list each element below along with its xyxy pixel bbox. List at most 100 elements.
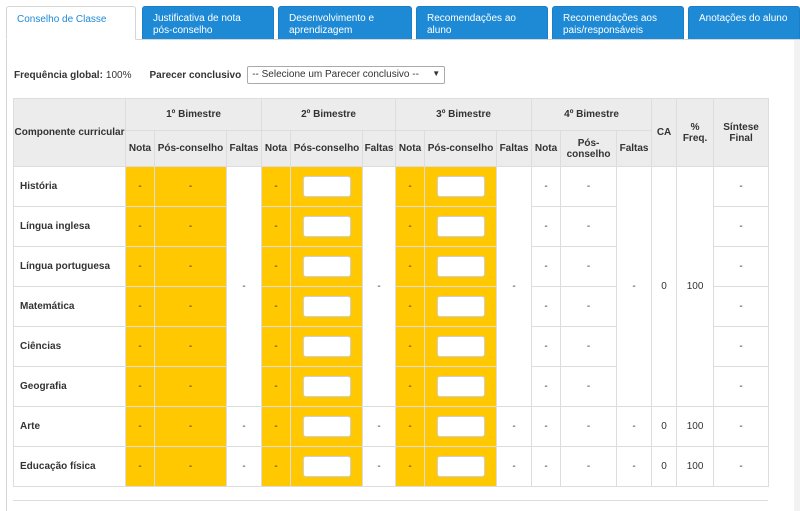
scrollbar[interactable] — [794, 40, 800, 511]
nota-cell: - — [125, 286, 155, 327]
nota-cell: - — [395, 366, 426, 407]
pos-conselho-input[interactable] — [436, 416, 485, 437]
nota-cell: - — [531, 286, 562, 327]
nota-cell: - — [395, 246, 426, 287]
row-component-name: Geografia — [13, 366, 126, 407]
pos-conselho-cell — [424, 246, 498, 287]
parecer-select-value: -- Selecione um Parecer conclusivo -- — [252, 69, 419, 80]
header-bimestre-3: 3º Bimestre — [395, 98, 533, 131]
pos-conselho-cell — [424, 206, 498, 247]
faltas-cell: - — [616, 166, 653, 407]
header-nota: Nota — [261, 130, 292, 167]
header-pos-conselho: Pós-conselho — [560, 130, 618, 167]
header-bimestre-1: 1º Bimestre — [124, 98, 263, 131]
tab-recomendacoes-aluno[interactable]: Recomendações ao aluno — [416, 6, 548, 40]
tab-label: Conselho de Classe — [17, 14, 107, 25]
parecer-select[interactable]: -- Selecione um Parecer conclusivo -- ▼ — [247, 66, 446, 84]
sintese-cell: - — [713, 406, 770, 447]
pos-conselho-input[interactable] — [436, 456, 485, 477]
pos-conselho-cell: - — [560, 246, 618, 287]
pos-conselho-input[interactable] — [302, 176, 351, 197]
nota-cell: - — [125, 326, 155, 367]
row-component-name: História — [13, 166, 126, 207]
pos-conselho-cell: - — [560, 366, 618, 407]
header-faltas: Faltas — [225, 130, 263, 167]
header-bimestre-2: 2º Bimestre — [261, 98, 397, 131]
tab-recomendacoes-pais[interactable]: Recomendações aos pais/responsáveis — [552, 6, 684, 40]
faltas-cell: - — [496, 446, 533, 487]
pos-conselho-cell: - — [154, 246, 227, 287]
row-component-name: Língua inglesa — [13, 206, 126, 247]
pos-conselho-input[interactable] — [436, 336, 485, 357]
faltas-cell: - — [496, 406, 533, 447]
tab-desenvolvimento[interactable]: Desenvolvimento e aprendizagem — [278, 6, 412, 40]
pos-conselho-cell — [290, 246, 364, 287]
pos-conselho-cell: - — [154, 166, 227, 207]
nota-cell: - — [261, 326, 292, 367]
nota-cell: - — [395, 446, 426, 487]
tab-anotacoes[interactable]: Anotações do aluno — [688, 6, 800, 40]
row-component-name: Educação física — [13, 446, 126, 487]
pos-conselho-cell — [424, 286, 498, 327]
pos-conselho-cell — [290, 286, 364, 327]
nota-cell: - — [531, 166, 562, 207]
pos-conselho-input[interactable] — [302, 256, 351, 277]
freq-global-label: Frequência global: — [14, 69, 103, 81]
sintese-cell: - — [713, 206, 770, 247]
ca-cell: 0 — [651, 446, 678, 487]
pos-conselho-cell: - — [560, 206, 618, 247]
grades-body: História - - - - - - - - - -0 100- Língua inglesa - - -… — [13, 166, 770, 487]
pos-conselho-input[interactable] — [302, 376, 351, 397]
faltas-cell: - — [225, 166, 263, 407]
pos-conselho-input[interactable] — [302, 216, 351, 237]
header-nota: Nota — [125, 130, 155, 167]
header-freq: % Freq. — [676, 98, 715, 167]
pos-conselho-input[interactable] — [302, 296, 351, 317]
header-sintese: Síntese Final — [713, 98, 770, 167]
pos-conselho-cell: - — [560, 286, 618, 327]
pos-conselho-cell: - — [154, 286, 227, 327]
freq-cell: 100 — [676, 166, 715, 407]
pos-conselho-cell: - — [560, 446, 618, 487]
divider — [13, 500, 768, 501]
pos-conselho-input[interactable] — [436, 376, 485, 397]
tab-justificativa[interactable]: Justificativa de nota pós-conselho — [142, 6, 274, 40]
nota-cell: - — [261, 286, 292, 327]
nota-cell: - — [395, 166, 426, 207]
filters-bar: Frequência global: 100% Parecer conclusi… — [14, 66, 446, 84]
pos-conselho-input[interactable] — [436, 216, 485, 237]
faltas-cell: - — [616, 446, 653, 487]
nota-cell: - — [261, 206, 292, 247]
ca-cell: 0 — [651, 406, 678, 447]
header-bimestre-4: 4º Bimestre — [531, 98, 653, 131]
table-row: Educação física - - - - - - - - - -0 100- — [13, 446, 770, 487]
pos-conselho-input[interactable] — [436, 296, 485, 317]
pos-conselho-input[interactable] — [302, 416, 351, 437]
row-component-name: Língua portuguesa — [13, 246, 126, 287]
nota-cell: - — [125, 166, 155, 207]
pos-conselho-input[interactable] — [436, 256, 485, 277]
pos-conselho-input[interactable] — [436, 176, 485, 197]
pos-conselho-cell — [290, 166, 364, 207]
header-ca: CA — [651, 98, 678, 167]
pos-conselho-cell — [290, 326, 364, 367]
tab-label: Justificativa de nota pós-conselho — [153, 13, 241, 36]
pos-conselho-cell: - — [154, 406, 227, 447]
pos-conselho-input[interactable] — [302, 456, 351, 477]
faltas-cell: - — [362, 166, 397, 407]
tab-conselho-de-classe[interactable]: Conselho de Classe — [6, 6, 136, 40]
pos-conselho-cell: - — [154, 366, 227, 407]
sintese-cell: - — [713, 326, 770, 367]
pos-conselho-cell: - — [560, 166, 618, 207]
pos-conselho-input[interactable] — [302, 336, 351, 357]
nota-cell: - — [261, 366, 292, 407]
nota-cell: - — [261, 166, 292, 207]
nota-cell: - — [395, 206, 426, 247]
nota-cell: - — [531, 446, 562, 487]
sintese-cell: - — [713, 166, 770, 207]
row-component-name: Ciências — [13, 326, 126, 367]
nota-cell: - — [261, 446, 292, 487]
header-pos-conselho: Pós-conselho — [424, 130, 498, 167]
chevron-down-icon: ▼ — [432, 69, 441, 78]
parecer-label: Parecer conclusivo — [149, 69, 242, 81]
